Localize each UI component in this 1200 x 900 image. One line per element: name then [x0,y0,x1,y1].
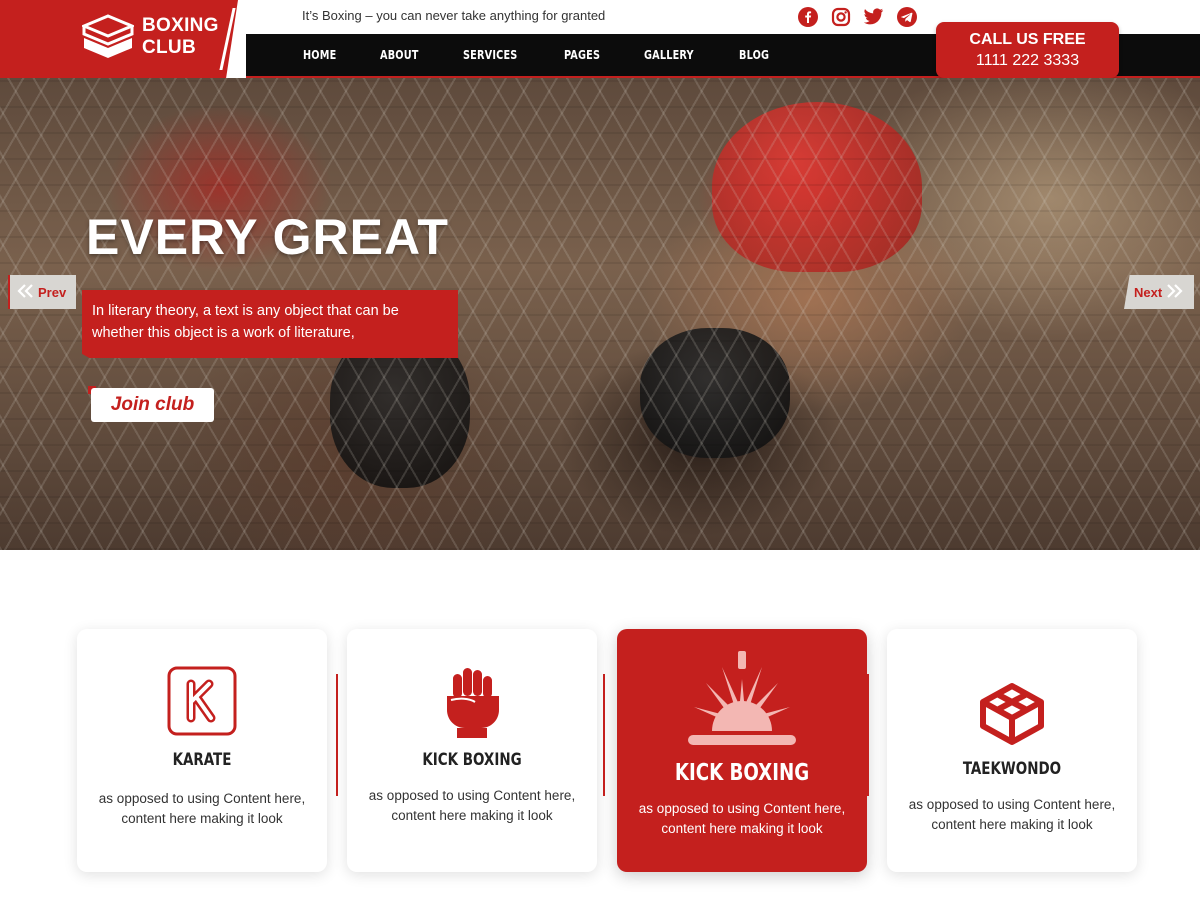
facebook-icon[interactable] [797,6,818,27]
service-card-taekwondo[interactable]: TAEKWONDO as opposed to using Content he… [887,629,1137,872]
nav-gallery[interactable]: GALLERY [644,48,694,62]
nav-blog[interactable]: BLOG [739,48,769,62]
service-title: KICK BOXING [422,750,522,770]
hero-title: EVERY GREAT [86,209,449,265]
slider-prev-button[interactable]: Prev [8,275,76,309]
logo-text-line2: CLUB [142,37,196,58]
logo-text-line1: BOXING [142,15,219,36]
hero-slider: EVERY GREAT In literary theory, a text i… [0,78,1200,550]
slider-next-button[interactable]: Next [1124,275,1194,309]
service-card-kick-boxing-active[interactable]: KICK BOXING as opposed to using Content … [617,629,867,872]
card-divider [336,674,338,796]
telegram-icon[interactable] [896,6,917,27]
services-cards: KARATE as opposed to using Content here,… [77,629,1137,872]
nav-pages[interactable]: PAGES [564,48,600,62]
card-divider [603,674,605,796]
slider-next-label: Next [1134,284,1163,300]
main-nav: HOME ABOUT SERVICES PAGES GALLERY BLOG [303,48,812,62]
sunburst-icon [686,649,798,754]
site-logo[interactable]: BOXING CLUB [82,14,219,60]
call-us-number: 1111 222 3333 [975,52,1080,69]
hero-description: In literary theory, a text is any object… [82,290,458,358]
service-description: as opposed to using Content here, conten… [638,801,846,836]
boxing-ring-icon [82,14,134,58]
social-links [797,6,917,27]
fist-icon [443,666,501,745]
call-us-title: CALL US FREE [969,31,1086,48]
nav-about[interactable]: ABOUT [380,48,419,62]
instagram-icon[interactable] [830,6,851,27]
service-card-karate[interactable]: KARATE as opposed to using Content here,… [77,629,327,872]
nav-services[interactable]: SERVICES [463,48,517,62]
service-description: as opposed to using Content here, conten… [368,788,576,823]
service-title: TAEKWONDO [962,759,1062,779]
service-card-kick-boxing[interactable]: KICK BOXING as opposed to using Content … [347,629,597,872]
header-tagline: It’s Boxing – you can never take anythin… [302,8,606,23]
double-chevron-right-icon [1166,283,1184,302]
service-title: KICK BOXING [674,760,810,786]
double-chevron-left-icon [16,283,34,302]
call-us-button[interactable]: CALL US FREE 1111 222 3333 [936,22,1119,78]
service-description: as opposed to using Content here, conten… [98,791,306,826]
cube-icon [979,682,1045,751]
service-title: KARATE [172,750,232,770]
karate-k-icon [167,666,237,741]
twitter-icon[interactable] [863,6,884,27]
card-divider [867,674,869,796]
service-description: as opposed to using Content here, conten… [908,797,1116,832]
nav-home[interactable]: HOME [303,48,336,62]
join-club-button[interactable]: Join club [91,388,214,422]
slider-prev-label: Prev [38,284,67,300]
